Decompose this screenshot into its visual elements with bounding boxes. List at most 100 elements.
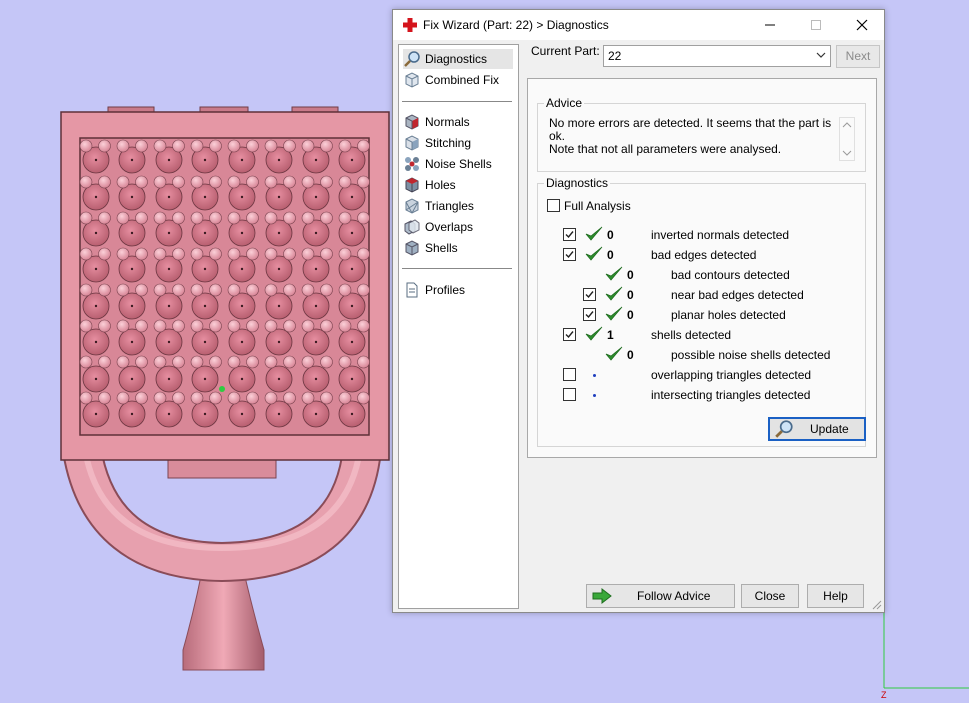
- diagnostic-checkbox[interactable]: [563, 328, 576, 341]
- diagnostic-count: 1: [607, 328, 614, 342]
- advice-text: No more errors are detected. It seems th…: [549, 117, 835, 156]
- status-pending-icon: [593, 394, 596, 397]
- nav-label: Stitching: [425, 136, 472, 150]
- wizard-navigation: Diagnostics Combined Fix Normals Stitchi…: [398, 44, 519, 609]
- diagnostic-count: 0: [607, 248, 614, 262]
- normals-cube-icon: [405, 114, 419, 130]
- nav-label: Shells: [425, 241, 458, 255]
- current-part-value: 22: [608, 49, 622, 63]
- window-title: Fix Wizard (Part: 22) > Diagnostics: [423, 18, 609, 32]
- nav-item-noise-shells[interactable]: Noise Shells: [403, 154, 513, 174]
- diagnostics-panel: Advice No more errors are detected. It s…: [527, 78, 877, 458]
- nav-item-combined-fix[interactable]: Combined Fix: [403, 70, 513, 90]
- cube-icon: [405, 72, 419, 88]
- advice-line: No more errors are detected. It seems th…: [549, 116, 832, 143]
- diagnostic-label: bad contours detected: [671, 268, 790, 282]
- status-ok-icon: [585, 226, 603, 241]
- nav-label: Normals: [425, 115, 470, 129]
- diagnostic-checkbox[interactable]: [563, 368, 576, 381]
- status-pending-icon: [593, 374, 596, 377]
- nav-item-diagnostics[interactable]: Diagnostics: [403, 49, 513, 69]
- diagnostic-label: planar holes detected: [671, 308, 786, 322]
- fix-wizard-dialog: Fix Wizard (Part: 22) > Diagnostics Diag…: [392, 9, 885, 613]
- checkmark-icon: [585, 291, 594, 299]
- diagnostic-count: 0: [607, 228, 614, 242]
- close-window-button[interactable]: [839, 10, 885, 40]
- checkmark-icon: [565, 231, 574, 239]
- nav-label: Triangles: [425, 199, 474, 213]
- stitching-cube-icon: [405, 135, 419, 151]
- triangles-icon: [405, 198, 419, 214]
- full-analysis-checkbox[interactable]: [547, 199, 560, 212]
- nav-item-normals[interactable]: Normals: [403, 112, 513, 132]
- shells-icon: [405, 240, 419, 256]
- nav-item-stitching[interactable]: Stitching: [403, 133, 513, 153]
- nav-item-profiles[interactable]: Profiles: [403, 280, 513, 300]
- magnifier-icon: [404, 51, 420, 67]
- current-part-label: Current Part:: [531, 44, 600, 58]
- diagnostic-count: 0: [627, 348, 634, 362]
- nav-label: Overlaps: [425, 220, 474, 234]
- nav-label: Noise Shells: [425, 157, 492, 171]
- nav-label: Holes: [425, 178, 456, 192]
- document-icon: [406, 282, 418, 298]
- current-part-select[interactable]: 22: [603, 45, 831, 67]
- status-ok-icon: [585, 326, 603, 341]
- advice-label: Advice: [544, 96, 585, 110]
- status-ok-icon: [605, 266, 623, 281]
- advice-scrollbar[interactable]: [839, 117, 855, 161]
- noise-shells-icon: [405, 157, 419, 171]
- nav-label: Diagnostics: [425, 52, 488, 66]
- nav-item-triangles[interactable]: Triangles: [403, 196, 513, 216]
- status-ok-icon: [605, 346, 623, 361]
- diagnostics-group: Diagnostics Full Analysis 0 inverted norm…: [537, 176, 866, 447]
- diagnostics-label: Diagnostics: [544, 176, 611, 190]
- nav-item-holes[interactable]: Holes: [403, 175, 513, 195]
- checkmark-icon: [585, 311, 594, 319]
- follow-advice-button[interactable]: Follow Advice: [586, 584, 735, 608]
- status-ok-icon: [605, 286, 623, 301]
- resize-grip-icon[interactable]: [870, 598, 882, 610]
- diagnostic-label: possible noise shells detected: [671, 348, 831, 362]
- nav-item-overlaps[interactable]: Overlaps: [403, 217, 513, 237]
- nav-label: Combined Fix: [425, 73, 500, 87]
- update-button[interactable]: Update: [768, 417, 866, 441]
- diagnostic-checkbox[interactable]: [563, 248, 576, 261]
- full-analysis-label: Full Analysis: [564, 199, 631, 213]
- follow-advice-label: Follow Advice: [637, 589, 711, 603]
- help-button[interactable]: Help: [807, 584, 864, 608]
- nav-item-shells[interactable]: Shells: [403, 238, 513, 258]
- nav-label: Profiles: [425, 283, 466, 297]
- diagnostic-label: near bad edges detected: [671, 288, 804, 302]
- chevron-down-icon: [816, 52, 826, 58]
- diagnostic-label: intersecting triangles detected: [651, 388, 811, 402]
- maximize-button[interactable]: [793, 10, 839, 40]
- diagnostic-label: shells detected: [651, 328, 732, 342]
- axis-z-label: Z: [881, 690, 887, 700]
- diagnostic-label: overlapping triangles detected: [651, 368, 812, 382]
- holes-cube-icon: [405, 177, 419, 193]
- close-button[interactable]: Close: [741, 584, 799, 608]
- diagnostic-count: 0: [627, 288, 634, 302]
- update-label: Update: [810, 422, 849, 436]
- diagnostic-label: bad edges detected: [651, 248, 757, 262]
- next-button[interactable]: Next: [836, 45, 880, 68]
- close-icon: [856, 19, 868, 31]
- diagnostic-checkbox[interactable]: [583, 308, 596, 321]
- diagnostic-count: 0: [627, 308, 634, 322]
- maximize-icon: [811, 20, 821, 30]
- magnifier-icon: [775, 420, 793, 438]
- diagnostic-checkbox[interactable]: [583, 288, 596, 301]
- red-cross-icon: [403, 18, 417, 32]
- nav-divider: [402, 101, 512, 102]
- diagnostic-checkbox[interactable]: [563, 228, 576, 241]
- checkmark-icon: [565, 331, 574, 339]
- green-arrow-icon: [592, 587, 612, 605]
- nav-divider: [402, 268, 512, 269]
- overlaps-icon: [404, 219, 420, 235]
- minimize-icon: [765, 24, 775, 26]
- scroll-arrows-icon: [842, 122, 852, 156]
- minimize-button[interactable]: [747, 10, 793, 40]
- diagnostic-checkbox[interactable]: [563, 388, 576, 401]
- title-bar[interactable]: Fix Wizard (Part: 22) > Diagnostics: [393, 10, 884, 40]
